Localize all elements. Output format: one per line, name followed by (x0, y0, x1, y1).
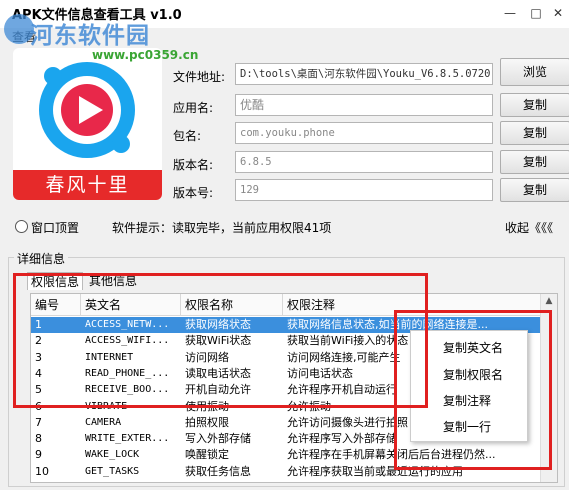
copy-app-name-button[interactable]: 复制 (500, 93, 569, 117)
version-code-field[interactable]: 129 (235, 179, 493, 201)
minimize-button[interactable]: — (500, 4, 520, 22)
cell-number: 9 (35, 448, 42, 462)
app-icon: 春风十里 (13, 48, 162, 200)
cell-english-name: CAMERA (85, 416, 122, 428)
app-icon-caption: 春风十里 (13, 170, 162, 200)
app-name-label: 应用名: (173, 101, 214, 115)
cell-permission-name: 写入外部存储 (185, 432, 251, 446)
browse-button[interactable]: 浏览 (500, 58, 569, 86)
cell-english-name: WAKE_LOCK (85, 449, 140, 461)
watermark-url: www.pc0359.cn (92, 48, 199, 62)
highlight-box-table (13, 273, 428, 408)
collapse-link[interactable]: 收起《《《 (505, 219, 553, 236)
cell-number: 10 (35, 464, 49, 478)
details-title: 详细信息 (14, 250, 69, 267)
version-name-field[interactable]: 6.8.5 (235, 151, 493, 173)
cell-permission-name: 拍照权限 (185, 415, 229, 429)
path-label: 文件地址: (173, 70, 226, 84)
copy-package-button[interactable]: 复制 (500, 121, 569, 145)
cell-permission-name: 获取任务信息 (185, 464, 251, 478)
package-field[interactable]: com.youku.phone (235, 122, 493, 144)
copy-version-name-button[interactable]: 复制 (500, 150, 569, 174)
watermark-text: 河东软件园 (30, 23, 150, 49)
highlight-box-context-menu (394, 310, 552, 470)
status-hint: 软件提示：读取完毕，当前应用权限41项 (112, 221, 332, 235)
youku-play-icon (39, 62, 135, 158)
path-field[interactable]: D:\tools\桌面\河东软件园\Youku_V6.8.5.0720 (235, 63, 493, 85)
cell-number: 8 (35, 432, 42, 446)
cell-english-name: GET_TASKS (85, 465, 140, 477)
package-label: 包名: (173, 129, 202, 143)
scroll-up-icon[interactable]: ▲ (541, 296, 557, 306)
close-button[interactable]: ✕ (548, 4, 568, 22)
version-name-label: 版本名: (173, 158, 214, 172)
cell-english-name: WRITE_EXTER... (85, 433, 170, 445)
app-name-field[interactable]: 优酷 (235, 94, 493, 116)
cell-permission-name: 唤醒锁定 (185, 448, 229, 462)
maximize-button[interactable]: □ (526, 4, 546, 22)
cell-number: 7 (35, 415, 42, 429)
version-code-label: 版本号: (173, 186, 214, 200)
topmost-label[interactable]: 窗口顶置 (31, 219, 79, 236)
topmost-radio[interactable] (15, 220, 28, 233)
copy-version-code-button[interactable]: 复制 (500, 178, 569, 202)
